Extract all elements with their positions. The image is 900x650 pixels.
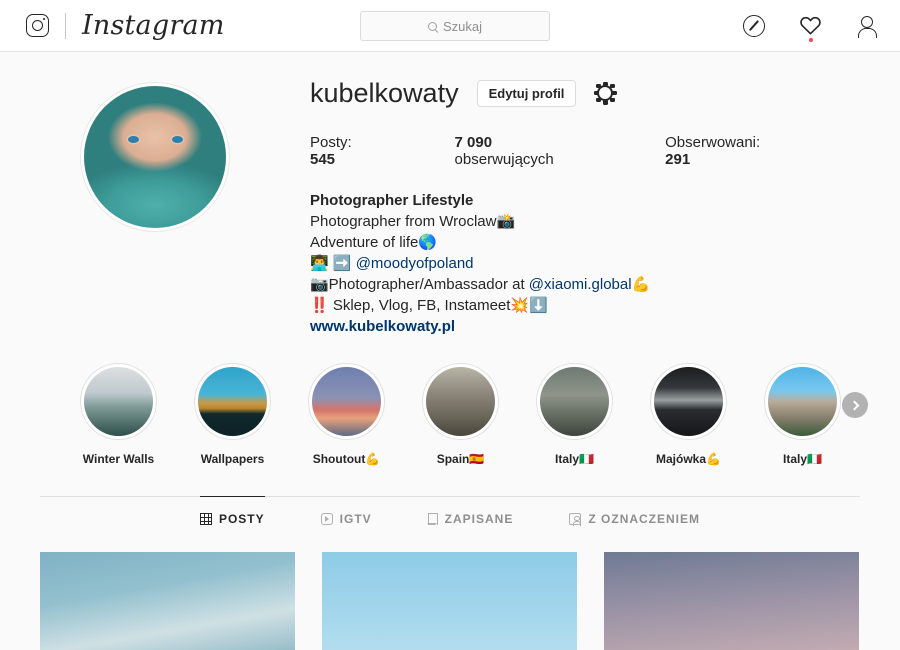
highlight-item[interactable]: Italy🇮🇹 [760, 363, 845, 466]
profile-tabs: POSTY IGTV ZAPISANE Z OZNACZENIEM [40, 496, 860, 539]
highlight-item[interactable]: Winter Walls [76, 363, 161, 466]
page-title: kubelkowaty [310, 77, 459, 108]
username-row: kubelkowaty Edytuj profil [310, 74, 860, 112]
bio-mention-xiaomi[interactable]: @xiaomi.global [529, 276, 632, 293]
bio-line: 📷Photographer/Ambassador at @xiaomi.glob… [310, 274, 860, 295]
post-thumbnail[interactable] [604, 552, 859, 650]
tab-label: POSTY [218, 512, 265, 526]
search-input[interactable]: Szukaj [360, 11, 550, 41]
bio-line-prefix: 👨‍💻 ➡️ [310, 255, 356, 272]
tab-igtv[interactable]: IGTV [320, 496, 372, 539]
tab-zapisane[interactable]: ZAPISANE [427, 496, 514, 539]
tab-z-oznaczeniem[interactable]: Z OZNACZENIEM [569, 496, 700, 539]
search-placeholder-group: Szukaj [427, 18, 483, 34]
highlight-label: Winter Walls [82, 452, 155, 466]
compass-icon[interactable] [743, 14, 765, 37]
stat-followers-value: 7 090 [454, 134, 493, 151]
bio-line: Adventure of life🌎 [310, 234, 438, 251]
highlight-ring [194, 363, 271, 440]
brand-area[interactable]: Instagram [26, 12, 225, 39]
profile-stats: Posty: 545 7 090 obserwujących Obserwowa… [310, 134, 860, 168]
post-grid [40, 552, 860, 650]
highlight-label: Shoutout💪 [312, 452, 381, 466]
stat-posts-label: Posty: [310, 134, 352, 151]
bio-website-link[interactable]: www.kubelkowaty.pl [310, 318, 455, 335]
bio-line-suffix: 💪 [631, 276, 651, 293]
highlight-ring [764, 363, 841, 440]
profile-header: kubelkowaty Edytuj profil Posty: 545 7 0… [0, 52, 900, 337]
stat-following-label: Obserwowani: [665, 134, 761, 151]
highlight-ring [650, 363, 727, 440]
highlight-label: Spain🇪🇸 [436, 452, 485, 466]
top-navigation-bar: Instagram Szukaj [0, 0, 900, 52]
bio-title: Photographer Lifestyle [310, 192, 474, 209]
tab-posty[interactable]: POSTY [199, 496, 265, 539]
stat-followers-label: obserwujących [454, 151, 554, 168]
bio-line: 👨‍💻 ➡️ @moodyofpoland [310, 253, 860, 274]
highlight-ring [80, 363, 157, 440]
profile-tabs-container: POSTY IGTV ZAPISANE Z OZNACZENIEM [40, 496, 860, 539]
highlight-item[interactable]: Spain🇪🇸 [418, 363, 503, 466]
highlight-ring [422, 363, 499, 440]
highlight-label: Italy🇮🇹 [783, 452, 822, 466]
avatar-detail [172, 136, 183, 143]
avatar-detail [128, 136, 139, 143]
edit-profile-button[interactable]: Edytuj profil [476, 79, 577, 107]
highlight-label: Wallpapers [200, 452, 265, 466]
bio-line-prefix: 📷Photographer/Ambassador at [310, 276, 529, 293]
igtv-icon [320, 513, 333, 525]
avatar-column [0, 74, 310, 337]
highlight-thumbnail [768, 367, 837, 436]
tagged-person-icon [569, 513, 582, 526]
post-thumbnail[interactable] [40, 552, 295, 650]
nav-icon-group [743, 14, 878, 42]
bio-line: ‼️ Sklep, Vlog, FB, Instameet💥⬇️ [310, 297, 548, 314]
bookmark-icon [427, 513, 438, 525]
highlight-ring [536, 363, 613, 440]
profile-info-column: kubelkowaty Edytuj profil Posty: 545 7 0… [310, 74, 900, 337]
highlight-item[interactable]: Shoutout💪 [304, 363, 389, 466]
stat-following-value: 291 [665, 151, 691, 168]
highlight-item[interactable]: Majówka💪 [646, 363, 731, 466]
avatar[interactable] [80, 82, 230, 232]
stat-posts-value: 545 [310, 151, 336, 168]
search-icon [427, 21, 437, 31]
highlight-item[interactable]: Italy🇮🇹 [532, 363, 617, 466]
instagram-wordmark[interactable]: Instagram [82, 12, 225, 39]
brand-divider [65, 12, 66, 39]
bio-mention-moodyofpoland[interactable]: @moodyofpoland [356, 255, 474, 272]
story-highlights: Winter Walls Wallpapers Shoutout💪 Spain🇪… [0, 337, 900, 466]
highlight-item[interactable]: Wallpapers [190, 363, 275, 466]
search-placeholder-text: Szukaj [442, 18, 483, 34]
gear-icon[interactable] [593, 81, 617, 105]
post-thumbnail[interactable] [322, 552, 577, 650]
profile-page: kubelkowaty Edytuj profil Posty: 545 7 0… [0, 52, 900, 650]
highlight-thumbnail [654, 367, 723, 436]
tab-label: ZAPISANE [444, 512, 514, 526]
highlight-thumbnail [540, 367, 609, 436]
heart-icon[interactable] [799, 14, 822, 42]
tab-label: IGTV [339, 512, 372, 526]
chevron-right-icon[interactable] [842, 392, 868, 418]
notification-dot [808, 38, 813, 42]
highlight-label: Majówka💪 [656, 452, 721, 466]
highlight-thumbnail [312, 367, 381, 436]
instagram-camera-icon[interactable] [26, 14, 49, 37]
highlight-ring [308, 363, 385, 440]
profile-bio: Photographer Lifestyle Photographer from… [310, 190, 860, 337]
highlight-thumbnail [84, 367, 153, 436]
highlight-label: Italy🇮🇹 [555, 452, 594, 466]
highlight-thumbnail [198, 367, 267, 436]
grid-icon [199, 512, 212, 525]
stat-following[interactable]: Obserwowani: 291 [665, 134, 820, 168]
avatar-image [84, 86, 226, 228]
highlight-thumbnail [426, 367, 495, 436]
tab-label: Z OZNACZENIEM [588, 512, 701, 526]
stat-posts: Posty: 545 [310, 134, 415, 168]
person-icon[interactable] [856, 15, 878, 38]
stat-followers[interactable]: 7 090 obserwujących [455, 134, 626, 168]
bio-line: Photographer from Wroclaw📸 [310, 213, 516, 230]
